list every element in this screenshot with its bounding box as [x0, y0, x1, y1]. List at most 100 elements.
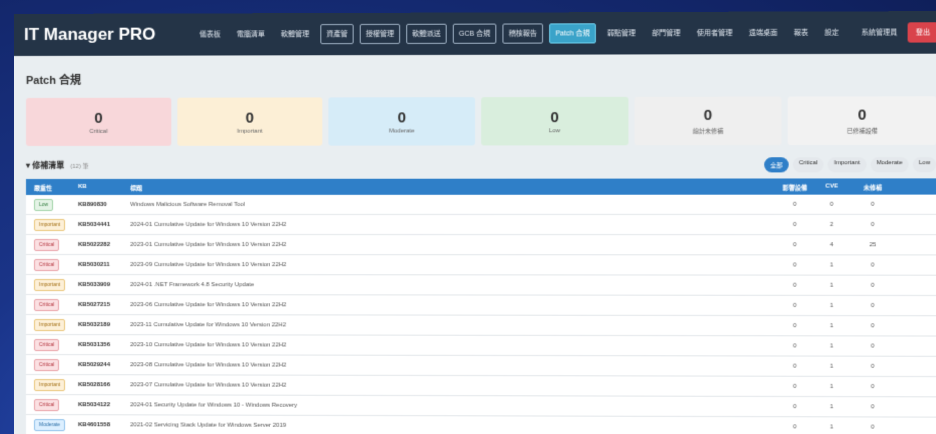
nav-item[interactable]: 使用者管理: [692, 24, 738, 42]
nav-item[interactable]: 稽核報告: [502, 23, 544, 44]
nav-item[interactable]: GCB 合規: [452, 23, 497, 44]
cve-cell: 1: [829, 383, 834, 390]
affected-cell: 0: [793, 423, 797, 430]
col-affected[interactable]: 影響設備: [776, 182, 813, 191]
title-cell: 2023-10 Cumulative Update for Windows 10…: [130, 341, 287, 349]
stat-card-critical: 0 Critical: [25, 97, 172, 146]
severity-cell: Critical: [26, 358, 78, 371]
unpatched-cell: 0: [870, 322, 875, 329]
table-row[interactable]: Critical KB5029244 2023-08 Cumulative Upda…: [25, 355, 936, 378]
nav-item[interactable]: 遠端桌面: [744, 24, 783, 42]
kb-cell[interactable]: KB5028166: [78, 382, 130, 388]
severity-badge: Important: [34, 318, 66, 331]
list-title[interactable]: ▾ 修補清單: [26, 160, 64, 171]
table-row[interactable]: Critical KB5022282 2023-01 Cumulative Upda…: [25, 235, 936, 256]
col-cve[interactable]: CVE: [813, 183, 850, 190]
kb-cell[interactable]: KB5034122: [78, 402, 130, 408]
filter-chip[interactable]: 全部: [764, 157, 789, 173]
kb-cell[interactable]: KB5033909: [78, 282, 130, 288]
nav-item[interactable]: 資產管: [320, 23, 354, 45]
filter-chip[interactable]: Low: [912, 157, 936, 173]
severity-badge: Important: [34, 378, 66, 391]
unpatched-cell: 0: [870, 201, 875, 208]
unpatched-cell: 0: [870, 261, 875, 269]
stat-value: 0: [857, 106, 867, 124]
unpatched-cell: 0: [870, 403, 875, 410]
title-cell: 2023-11 Cumulative Update for Windows 10…: [130, 321, 287, 328]
unpatched-cell: 25: [869, 241, 877, 248]
severity-cell: Critical: [26, 238, 78, 251]
col-kb[interactable]: KB: [78, 184, 130, 190]
kb-cell[interactable]: KB5031356: [78, 342, 130, 348]
stat-card-gray2: 0 已修補設備: [788, 96, 936, 146]
cve-cell: 0: [829, 201, 834, 208]
top-navbar: IT Manager PRO 儀表板 電腦清單 軟體管理 資產管 授權管理 軟體派送 GCB…: [14, 11, 936, 57]
cve-cell: 1: [829, 363, 834, 370]
table-row[interactable]: Important KB5033909 2024-01 .NET Framework…: [25, 275, 936, 296]
stat-label: Moderate: [389, 127, 415, 134]
filter-chip[interactable]: Moderate: [870, 157, 909, 173]
title-cell: 2023-09 Cumulative Update for Windows 10…: [130, 261, 287, 268]
stat-label: Important: [237, 128, 263, 135]
nav-item[interactable]: 設定: [819, 24, 844, 42]
table-row[interactable]: Critical KB5034122 2024-01 Security Update…: [25, 395, 936, 418]
table-row[interactable]: Moderate KB4601558 2021-02 Servicing Stack…: [25, 415, 936, 434]
filter-chip[interactable]: Important: [827, 157, 867, 173]
unpatched-cell: 0: [870, 383, 875, 390]
nav-item[interactable]: 弱點管理: [602, 24, 641, 42]
logout-button[interactable]: 登出: [907, 22, 936, 43]
nav-item[interactable]: 儀表板: [194, 25, 225, 43]
affected-cell: 0: [793, 322, 797, 329]
kb-cell[interactable]: KB5022282: [78, 242, 130, 248]
nav-item[interactable]: Patch 合規: [549, 23, 596, 44]
severity-cell: Important: [26, 218, 78, 231]
patch-table: 嚴重性 KB 標題 影響設備 CVE 未修補 Low KB890830 Window…: [25, 178, 936, 434]
col-severity[interactable]: 嚴重性: [26, 182, 78, 191]
table-row[interactable]: Critical KB5031356 2023-10 Cumulative Upda…: [25, 335, 936, 357]
kb-cell[interactable]: KB5030211: [78, 262, 130, 268]
kb-cell[interactable]: KB5029244: [78, 362, 130, 368]
kb-cell[interactable]: KB890830: [78, 201, 130, 207]
severity-cell: Critical: [26, 258, 78, 271]
title-cell: 2023-08 Cumulative Update for Windows 10…: [130, 361, 287, 369]
kb-cell[interactable]: KB5027215: [78, 302, 130, 308]
nav-item[interactable]: 報表: [789, 24, 814, 42]
stats-cards: 0 Critical 0 Important 0 Moderate 0 Low 0 總計未修補 0 已…: [14, 96, 936, 146]
table-row[interactable]: Low KB890830 Windows Malicious Software Re…: [25, 194, 936, 215]
table-row[interactable]: Important KB5034441 2024-01 Cumulative Upd…: [25, 214, 936, 236]
table-row[interactable]: Critical KB5027215 2023-06 Cumulative Upda…: [25, 295, 936, 317]
nav-item[interactable]: 軟體派送: [406, 23, 447, 44]
cve-cell: 1: [829, 342, 834, 350]
cve-cell: 1: [829, 423, 834, 430]
kb-cell[interactable]: KB4601558: [78, 422, 130, 428]
filter-chip[interactable]: Critical: [792, 157, 824, 173]
col-title[interactable]: 標題: [130, 182, 776, 191]
nav-item[interactable]: 部門管理: [647, 24, 686, 42]
main-nav: 儀表板 電腦清單 軟體管理 資產管 授權管理 軟體派送 GCB 合規 稽核報告 Patch 合規…: [194, 23, 851, 45]
unpatched-cell: 0: [870, 363, 875, 370]
list-toolbar: ▾ 修補清單 (12) 筆 全部 Critical Important Moderat…: [14, 145, 936, 179]
unpatched-cell: 0: [870, 282, 875, 289]
nav-item[interactable]: 軟體管理: [276, 25, 314, 43]
stat-label: 總計未修補: [692, 129, 724, 136]
cve-cell: 1: [829, 302, 834, 309]
col-unpatched[interactable]: 未修補: [850, 182, 895, 191]
table-row[interactable]: Important KB5028166 2023-07 Cumulative Upd…: [25, 375, 936, 398]
severity-badge: Important: [34, 278, 66, 291]
title-cell: 2023-07 Cumulative Update for Windows 10…: [130, 381, 287, 389]
stat-value: 0: [397, 108, 407, 126]
unpatched-cell: 0: [870, 221, 875, 228]
nav-item[interactable]: 授權管理: [359, 23, 401, 45]
kb-cell[interactable]: KB5034441: [78, 221, 130, 227]
severity-cell: Important: [26, 278, 78, 291]
kb-cell[interactable]: KB5032189: [78, 322, 130, 328]
severity-cell: Critical: [26, 298, 78, 311]
title-cell: 2024-01 Cumulative Update for Windows 10…: [130, 221, 287, 228]
cve-cell: 1: [829, 403, 834, 410]
title-cell: 2024-01 Security Update for Windows 10 -…: [130, 401, 298, 409]
table-row[interactable]: Critical KB5030211 2023-09 Cumulative Upda…: [25, 255, 936, 276]
severity-badge: Critical: [34, 258, 60, 271]
unpatched-cell: 0: [870, 302, 875, 309]
table-row[interactable]: Important KB5032189 2023-11 Cumulative Upd…: [25, 315, 936, 337]
nav-item[interactable]: 電腦清單: [232, 25, 270, 43]
